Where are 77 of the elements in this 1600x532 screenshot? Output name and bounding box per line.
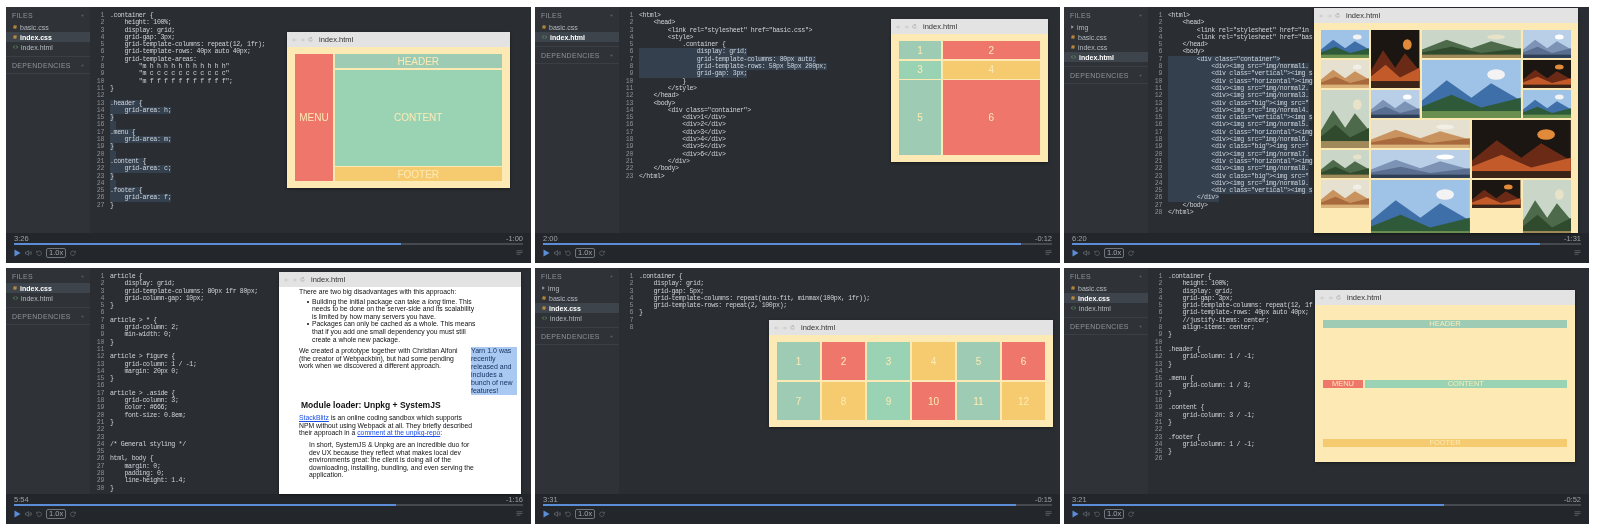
hash-icon — [1071, 35, 1075, 39]
forward-icon[interactable] — [599, 249, 606, 256]
volume-icon[interactable] — [554, 249, 561, 256]
hash-icon — [1071, 296, 1075, 300]
grid-cell: 9 — [867, 382, 910, 420]
rewind-icon[interactable] — [1094, 510, 1100, 517]
forward-icon[interactable] — [782, 325, 787, 330]
volume-icon[interactable] — [25, 510, 32, 517]
volume-icon[interactable] — [554, 510, 561, 517]
heading: Module loader: Unpkg + SystemJS — [301, 400, 442, 411]
reload-icon[interactable] — [1335, 13, 1340, 18]
hash-icon — [13, 35, 17, 39]
layout-area: CONTENT — [334, 69, 502, 166]
grid-cell: 8 — [822, 382, 865, 420]
hash-icon — [1071, 286, 1075, 290]
grid-cell: 4 — [942, 60, 1040, 79]
play-icon[interactable] — [14, 509, 21, 518]
list-icon[interactable] — [1574, 511, 1581, 516]
hash-icon — [542, 296, 546, 300]
grid-cell: 5 — [899, 80, 941, 155]
reload-icon[interactable] — [1336, 295, 1341, 300]
hash-icon — [13, 286, 17, 290]
forward-icon[interactable] — [1327, 13, 1332, 18]
forward-icon[interactable] — [1328, 295, 1333, 300]
forward-icon[interactable] — [300, 37, 305, 42]
grid-cell: 3 — [899, 60, 941, 79]
grid-cell: 4 — [912, 342, 955, 380]
grid-cell: 6 — [1002, 342, 1045, 380]
grid-cell: 7 — [777, 382, 820, 420]
list-icon[interactable] — [516, 511, 523, 516]
caret-icon — [1071, 25, 1074, 29]
grid-cell: 11 — [957, 382, 1000, 420]
play-icon[interactable] — [543, 248, 550, 257]
play-icon[interactable] — [543, 509, 550, 518]
grid-cell: 1 — [777, 342, 820, 380]
caret-icon — [542, 286, 545, 290]
volume-icon[interactable] — [1083, 510, 1090, 517]
forward-icon[interactable] — [292, 277, 297, 282]
grid-cell: 1 — [899, 41, 941, 59]
list-icon[interactable] — [1045, 511, 1052, 516]
hash-icon — [542, 306, 546, 310]
rewind-icon[interactable] — [1094, 249, 1100, 256]
play-icon[interactable] — [1072, 248, 1079, 257]
grid-cell: 2 — [942, 41, 1040, 59]
rewind-icon[interactable] — [36, 510, 42, 517]
rewind-icon[interactable] — [36, 249, 42, 256]
reload-icon[interactable] — [912, 24, 917, 29]
rewind-icon[interactable] — [565, 249, 571, 256]
reload-icon[interactable] — [300, 277, 305, 282]
volume-icon[interactable] — [1083, 249, 1090, 256]
list-icon[interactable] — [1045, 250, 1052, 255]
list-icon[interactable] — [1574, 250, 1581, 255]
hash-icon — [13, 25, 17, 29]
layout-area: MENU — [295, 54, 333, 181]
hash-icon — [1071, 45, 1075, 49]
play-icon[interactable] — [1072, 509, 1079, 518]
forward-icon[interactable] — [70, 510, 77, 517]
reload-icon[interactable] — [308, 37, 313, 42]
grid-cell: 12 — [1002, 382, 1045, 420]
forward-icon[interactable] — [599, 510, 606, 517]
reload-icon[interactable] — [790, 325, 795, 330]
forward-icon[interactable] — [904, 24, 909, 29]
grid-cell: 3 — [867, 342, 910, 380]
grid-cell: 10 — [912, 382, 955, 420]
play-icon[interactable] — [14, 248, 21, 257]
grid-cell: 6 — [942, 80, 1040, 155]
grid-cell: 2 — [822, 342, 865, 380]
grid-cell: 5 — [957, 342, 1000, 380]
forward-icon[interactable] — [70, 249, 77, 256]
layout-area: FOOTER — [334, 167, 502, 181]
hash-icon — [542, 25, 546, 29]
volume-icon[interactable] — [25, 249, 32, 256]
forward-icon[interactable] — [1128, 249, 1135, 256]
rewind-icon[interactable] — [565, 510, 571, 517]
forward-icon[interactable] — [1128, 510, 1135, 517]
list-icon[interactable] — [516, 250, 523, 255]
layout-area: HEADER — [334, 54, 502, 68]
